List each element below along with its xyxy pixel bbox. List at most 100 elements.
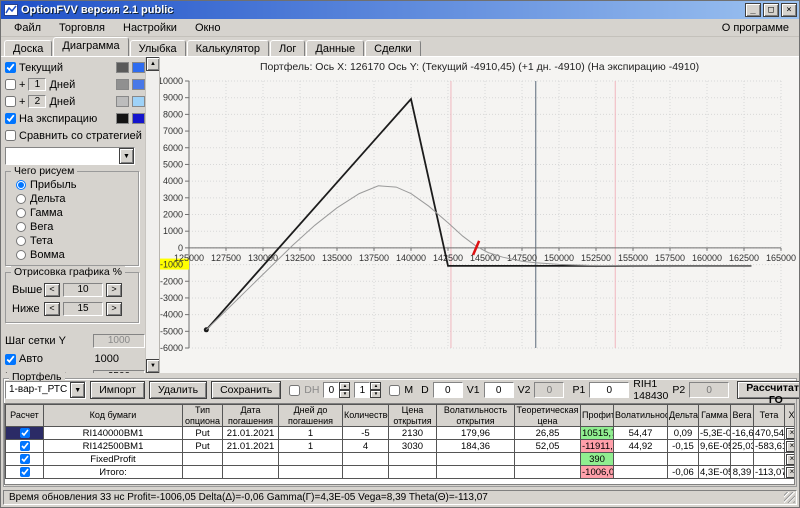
m-checkbox[interactable] [389,385,400,396]
table-cell[interactable] [699,453,731,466]
tab-diagram[interactable]: Диаграмма [53,37,128,56]
table-cell[interactable] [343,453,389,466]
calc-cell[interactable] [6,427,44,440]
profit-cell[interactable]: -1006,05 [581,466,614,479]
p1-input[interactable] [589,382,629,398]
table-cell[interactable] [389,466,437,479]
spinner2-input[interactable] [354,382,370,398]
row-delete-button[interactable]: × [786,454,795,465]
column-header[interactable]: Количество [343,405,389,427]
table-cell[interactable]: 21.01.2021 [223,427,279,440]
column-header[interactable]: Теоретическаяцена [515,405,581,427]
radio-profit[interactable]: Прибыль [16,178,134,192]
tab-data[interactable]: Данные [306,40,364,56]
chart-svg[interactable]: 1000090008000700060005000400030002000100… [160,75,799,373]
column-header[interactable]: Датапогашения [223,405,279,427]
column-header[interactable]: Дельта [668,405,699,427]
menu-settings[interactable]: Настройки [114,21,186,35]
radio-vega[interactable]: Вега [16,220,134,234]
expiry-checkbox[interactable] [5,113,16,124]
table-cell[interactable] [389,453,437,466]
table-cell[interactable] [731,453,754,466]
calc-cell[interactable] [6,453,44,466]
table-cell[interactable]: Итого: [44,466,183,479]
calculate-go-button[interactable]: Рассчитать ГО [737,381,800,399]
table-cell[interactable]: 8,39 [731,466,754,479]
radio-theta-input[interactable] [16,236,26,246]
table-cell[interactable] [515,466,581,479]
row-delete-button[interactable]: × [786,428,795,439]
table-cell[interactable]: 3030 [389,440,437,453]
strategy-combobox[interactable]: ▼ [5,147,135,165]
below-decrease-button[interactable]: < [44,302,60,316]
table-cell[interactable]: Put [183,440,223,453]
calc-cell[interactable] [6,440,44,453]
preset-combobox[interactable]: 1-вар-т_РТС ▼ [5,381,86,399]
row-calc-checkbox[interactable] [20,441,30,451]
row-delete-button[interactable]: × [786,467,795,478]
table-cell[interactable] [183,453,223,466]
dh-checkbox[interactable] [289,385,300,396]
radio-delta[interactable]: Дельта [16,192,134,206]
spinner1-down-icon[interactable]: ▼ [339,390,350,398]
table-cell[interactable]: 4 [343,440,389,453]
menu-file[interactable]: Файл [5,21,50,35]
radio-vomma[interactable]: Вомма [16,248,134,262]
table-cell[interactable]: 26,85 [515,427,581,440]
tab-log[interactable]: Лог [270,40,305,56]
table-cell[interactable] [223,466,279,479]
plus1-checkbox[interactable] [5,79,16,90]
table-cell[interactable]: 52,05 [515,440,581,453]
column-header[interactable]: Профит [581,405,614,427]
table-cell[interactable]: -113,07 [754,466,785,479]
save-button[interactable]: Сохранить [211,381,281,399]
radio-vomma-input[interactable] [16,250,26,260]
column-header[interactable]: Код бумаги [44,405,183,427]
d-input[interactable] [433,382,463,398]
table-cell[interactable]: 21.01.2021 [223,440,279,453]
compare-checkbox[interactable] [5,130,16,141]
current-color1-swatch[interactable] [116,62,129,73]
resize-grip-icon[interactable] [784,492,795,503]
spinner-1[interactable]: ▲▼ [323,382,350,398]
table-cell[interactable]: 54,47 [614,427,668,440]
table-cell[interactable]: 25,03 [731,440,754,453]
tab-calculator[interactable]: Калькулятор [187,40,269,56]
table-cell[interactable]: RI142500BM1 [44,440,183,453]
table-cell[interactable]: 9,6E-05 [699,440,731,453]
table-cell[interactable]: -0,15 [668,440,699,453]
import-button[interactable]: Импорт [90,381,145,399]
table-cell[interactable]: -583,61 [754,440,785,453]
column-header[interactable]: Ценаоткрытия [389,405,437,427]
row-calc-checkbox[interactable] [20,428,30,438]
table-cell[interactable] [614,466,668,479]
chevron-down-icon[interactable]: ▼ [119,148,134,164]
maximize-button[interactable]: □ [763,3,779,17]
plus2-color1-swatch[interactable] [116,96,129,107]
radio-gamma[interactable]: Гамма [16,206,134,220]
table-cell[interactable]: FixedProfit [44,453,183,466]
radio-vega-input[interactable] [16,222,26,232]
spinner1-up-icon[interactable]: ▲ [339,382,350,390]
delete-button[interactable]: Удалить [149,381,207,399]
menu-trading[interactable]: Торговля [50,21,114,35]
column-header[interactable]: Гамма [699,405,731,427]
column-header[interactable]: Тета [754,405,785,427]
plus1-days-input[interactable]: 1 [28,78,46,91]
table-cell[interactable]: 1 [279,440,343,453]
calc-cell[interactable] [6,466,44,479]
table-cell[interactable] [183,466,223,479]
scroll-up-icon[interactable]: ▲ [146,57,160,71]
radio-theta[interactable]: Тета [16,234,134,248]
profit-cell[interactable]: -11911,8 [581,440,614,453]
table-cell[interactable]: RI140000BM1 [44,427,183,440]
table-cell[interactable]: -5 [343,427,389,440]
row-delete-button[interactable]: × [786,441,795,452]
table-cell[interactable]: 184,36 [437,440,515,453]
table-cell[interactable]: 470,54 [754,427,785,440]
scroll-down-icon[interactable]: ▼ [146,359,160,373]
column-header[interactable]: Типопциона [183,405,223,427]
menu-window[interactable]: Окно [186,21,230,35]
table-cell[interactable] [343,466,389,479]
p2-input[interactable] [689,382,729,398]
